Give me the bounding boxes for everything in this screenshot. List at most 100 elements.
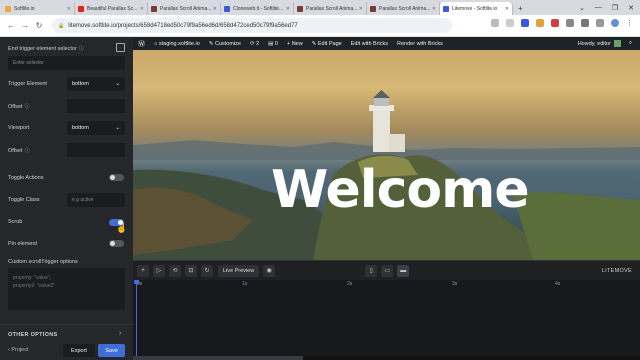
profile-avatar[interactable] <box>611 19 619 27</box>
eye-icon[interactable]: ◉ <box>263 264 276 277</box>
loop-icon[interactable]: ⟲ <box>169 264 181 277</box>
close-icon[interactable]: ✕ <box>140 6 144 12</box>
end-trigger-label: End trigger element selector ⓘ <box>8 46 84 52</box>
toggle-actions-switch[interactable] <box>109 174 124 181</box>
howdy-user[interactable]: Howdy, editor <box>578 41 611 47</box>
save-button[interactable]: Save <box>98 344 125 357</box>
search-icon[interactable]: ⌕ <box>629 40 632 47</box>
browser-tab[interactable]: Beautiful Parallax Sc... ✕ <box>75 2 148 15</box>
chevron-down-icon: ⌄ <box>115 81 120 87</box>
browser-tab[interactable]: Parallax Scroll Anima... ✕ <box>367 2 440 15</box>
time-tick: 1s <box>242 281 248 287</box>
tab-title: Parallax Scroll Anima... <box>379 5 430 12</box>
extension-icon[interactable] <box>536 19 544 27</box>
edit-page-link[interactable]: ✎ Edit Page <box>312 41 342 47</box>
customize-link[interactable]: ✎ Customize <box>209 41 241 47</box>
puzzle-icon[interactable] <box>581 19 589 27</box>
add-icon[interactable]: + <box>137 264 149 277</box>
render-with-bricks-link[interactable]: Render with Bricks <box>397 41 443 47</box>
tab-favicon-icon <box>297 5 303 12</box>
url-field[interactable]: 🔒 litemove.softlite.io/projects/658d4718… <box>52 18 452 33</box>
extension-icon[interactable] <box>521 19 529 27</box>
browser-tab[interactable]: Parallax Scroll Anima... ✕ <box>148 2 221 15</box>
offset-input[interactable] <box>67 143 125 157</box>
other-options-header[interactable]: OTHER OPTIONS <box>8 332 57 338</box>
back-icon[interactable]: ← <box>4 21 18 30</box>
trigger-element-select[interactable]: bottom ⌄ <box>67 77 125 91</box>
sidebar-icon[interactable] <box>596 19 604 27</box>
star-icon[interactable] <box>506 19 514 27</box>
toggle-class-input[interactable]: e.g active <box>67 193 125 207</box>
tab-title: Litemove - Softlite.io <box>452 5 498 12</box>
reload-icon[interactable]: ↻ <box>32 21 46 30</box>
live-preview-button[interactable]: Live Preview <box>218 264 260 277</box>
welcome-heading: Welcome <box>271 160 530 220</box>
wordpress-logo-icon[interactable]: Ⓦ <box>138 39 145 49</box>
timeline-toolbar: + ▷ ⟲ ⊡ ↻ Live Preview ◉ ▯ ▭ ▬ LITEMOVE <box>133 260 640 280</box>
timeline-track[interactable]: 0s 1s 2s 3s 4s <box>133 280 640 360</box>
site-link[interactable]: staging.softlite.io <box>159 41 200 47</box>
play-icon[interactable]: ▷ <box>153 264 165 277</box>
close-icon[interactable]: ✕ <box>432 6 436 12</box>
info-icon: ⓘ <box>24 148 30 154</box>
refresh-icon[interactable]: ↻ <box>201 264 213 277</box>
trigger-element-label: Trigger Element <box>8 81 47 87</box>
playhead[interactable] <box>136 280 137 360</box>
edit-with-bricks-link[interactable]: Edit with Bricks <box>351 41 388 47</box>
new-label: New <box>291 40 303 47</box>
close-icon[interactable]: ✕ <box>213 6 217 12</box>
maximize-icon[interactable]: ❐ <box>612 4 618 12</box>
expand-icon[interactable] <box>116 43 125 52</box>
extension-icon[interactable] <box>566 19 574 27</box>
tab-title: Parallax Scroll Anima... <box>160 5 211 12</box>
browser-tab[interactable]: Parallax Scroll Anima... ✕ <box>294 2 367 15</box>
comments-link[interactable]: ▤ 0 <box>268 41 278 47</box>
viewport-select[interactable]: bottom ⌄ <box>67 121 125 135</box>
close-icon[interactable]: ✕ <box>286 6 290 12</box>
updates-link[interactable]: ⟳ 2 <box>250 41 259 47</box>
info-icon: ⓘ <box>24 104 30 110</box>
time-tick: 2s <box>347 281 353 287</box>
end-trigger-input[interactable]: Enter selector <box>8 56 125 70</box>
back-to-project-link[interactable]: ‹ Project <box>8 347 29 353</box>
close-icon[interactable]: ✕ <box>359 6 363 12</box>
mobile-view-icon[interactable]: ▯ <box>365 264 378 277</box>
playhead-handle[interactable] <box>134 280 139 284</box>
customize-label: Customize <box>214 40 241 47</box>
minimize-icon[interactable]: — <box>595 4 602 11</box>
toggle-class-label: Toggle Class <box>8 197 40 203</box>
custom-options-textarea[interactable]: property: "value", property2: "value2" <box>8 268 125 310</box>
desktop-view-icon[interactable]: ▬ <box>397 264 410 277</box>
new-tab-button[interactable]: + <box>513 2 528 15</box>
pin-element-label: Pin element <box>8 241 38 247</box>
scrollbar-thumb[interactable] <box>133 356 303 360</box>
timeline-scrollbar[interactable] <box>133 356 640 360</box>
landscape-image <box>133 90 640 260</box>
share-icon[interactable] <box>491 19 499 27</box>
close-icon[interactable]: ✕ <box>505 6 509 12</box>
new-link[interactable]: + New <box>287 41 303 47</box>
close-icon[interactable]: ✕ <box>67 6 71 12</box>
forward-icon[interactable]: → <box>18 21 32 30</box>
fit-icon[interactable]: ⊡ <box>185 264 197 277</box>
pin-element-switch[interactable] <box>109 240 124 247</box>
offset-label: Offset ⓘ <box>8 148 30 154</box>
chevron-right-icon[interactable]: › <box>119 330 121 337</box>
offset-input[interactable] <box>67 99 125 113</box>
litemove-brand: LITEMOVE <box>601 267 632 274</box>
tab-favicon-icon <box>5 5 11 12</box>
tablet-view-icon[interactable]: ▭ <box>381 264 394 277</box>
tab-search-icon[interactable]: ⌄ <box>579 4 585 12</box>
extension-icons: ⋮ <box>491 19 634 27</box>
url-text: litemove.softlite.io/projects/658d4718ed… <box>68 22 298 29</box>
user-avatar[interactable] <box>613 40 621 47</box>
home-icon[interactable]: ⌂ staging.softlite.io <box>154 41 200 47</box>
menu-kebab-icon[interactable]: ⋮ <box>626 19 634 27</box>
close-window-icon[interactable]: ✕ <box>628 4 634 12</box>
viewport-label: Viewport <box>8 125 30 131</box>
extension-icon[interactable] <box>551 19 559 27</box>
browser-tab[interactable]: Softlite.io ✕ <box>2 2 75 15</box>
export-button[interactable]: Export <box>63 344 95 357</box>
browser-tab-active[interactable]: Litemove - Softlite.io ✕ <box>440 2 513 15</box>
browser-tab[interactable]: Cloneweb.it - Softlite... ✕ <box>221 2 294 15</box>
